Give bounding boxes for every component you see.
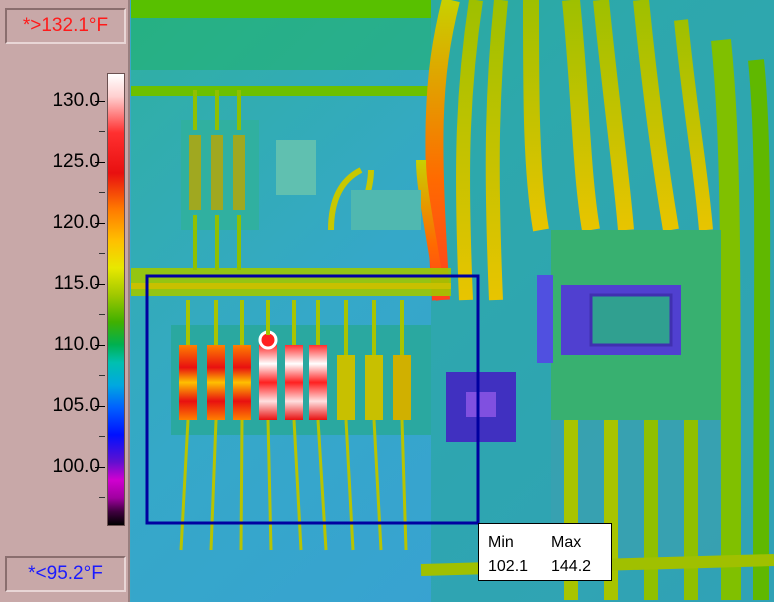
cable-run xyxy=(131,86,431,96)
thermal-image xyxy=(131,0,774,602)
scale-minor-tick xyxy=(99,192,105,193)
scale-major-tick xyxy=(95,467,105,468)
scale-major-tick xyxy=(95,284,105,285)
scale-major-tick xyxy=(95,406,105,407)
scale-minor-tick xyxy=(99,253,105,254)
scale-major-tick xyxy=(95,101,105,102)
terminal-stack xyxy=(276,140,316,195)
scale-tick-label: 125.0 xyxy=(52,151,100,172)
roi-stats-box: Min Max 102.1 144.2 xyxy=(478,523,612,581)
horizontal-cable-band xyxy=(131,268,451,296)
scale-minor-tick xyxy=(99,436,105,437)
scale-tick-label: 115.0 xyxy=(53,273,100,294)
scale-tick-label: 100.0 xyxy=(52,456,100,477)
scale-tick-label: 105.0 xyxy=(52,395,100,416)
scale-major-tick xyxy=(95,162,105,163)
small-breaker xyxy=(351,190,421,230)
scale-tick-label: 110.0 xyxy=(53,334,100,355)
scale-major-tick xyxy=(95,223,105,224)
temperature-scale-panel: *>132.1°F 130.0 125.0 120.0 115.0 110.0 … xyxy=(0,0,130,602)
max-value: 144.2 xyxy=(551,558,592,575)
color-scale-bar xyxy=(107,73,125,526)
scale-minor-tick xyxy=(99,497,105,498)
min-temperature-readout: *<95.2°F xyxy=(5,556,126,592)
min-value: 102.1 xyxy=(488,558,529,575)
min-label: Min xyxy=(488,534,514,551)
scale-minor-tick xyxy=(99,314,105,315)
scale-major-tick xyxy=(95,345,105,346)
max-temperature-readout: *>132.1°F xyxy=(5,8,126,44)
scale-minor-tick xyxy=(99,375,105,376)
cable-duct-top xyxy=(131,0,431,18)
scale-tick-label: 130.0 xyxy=(52,90,100,111)
scale-tick-label: 120.0 xyxy=(52,212,100,233)
scale-minor-tick xyxy=(99,131,105,132)
max-label: Max xyxy=(551,534,582,551)
